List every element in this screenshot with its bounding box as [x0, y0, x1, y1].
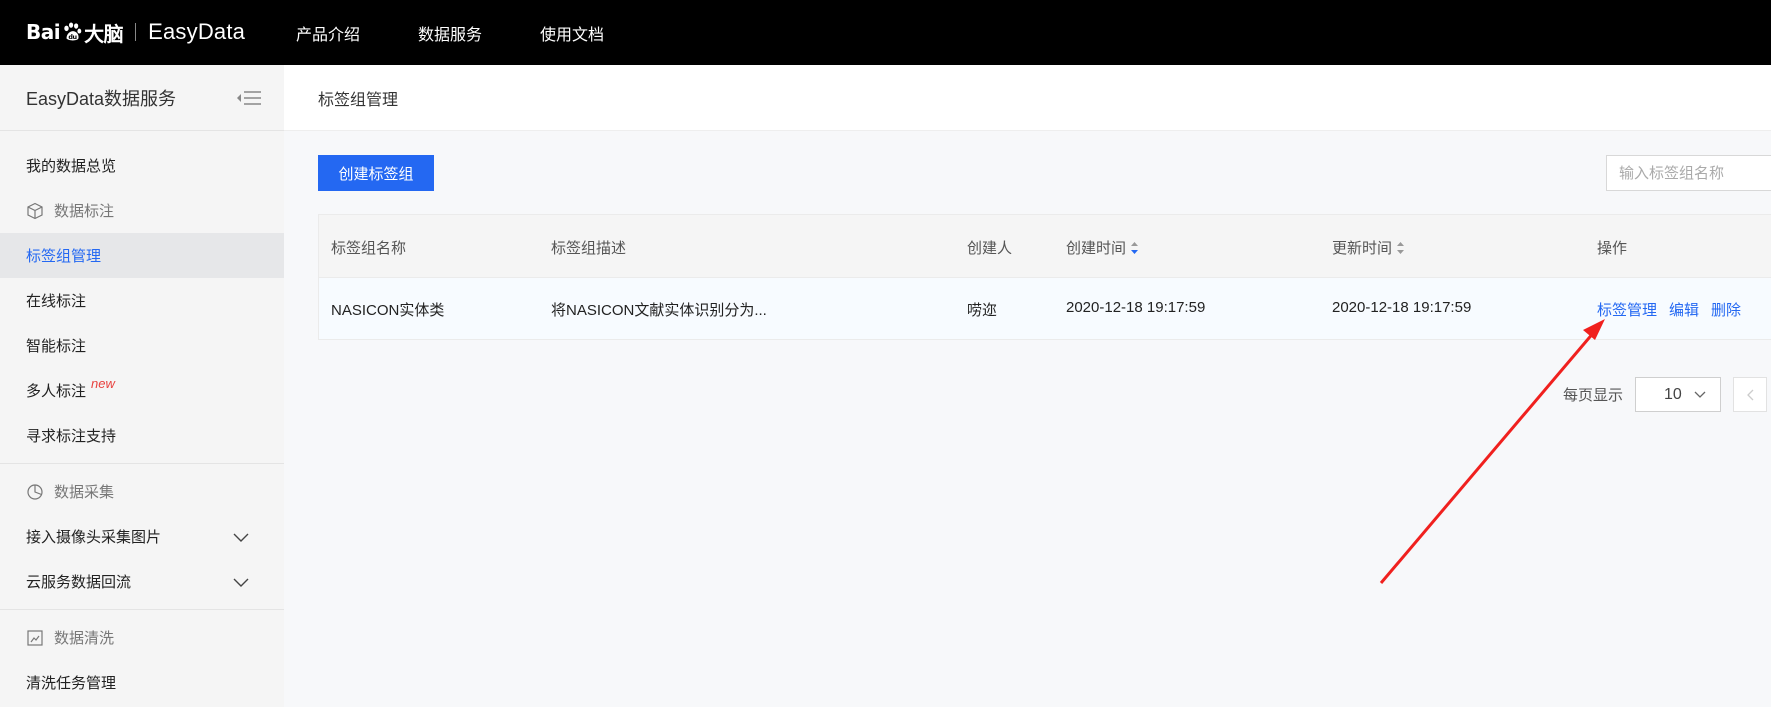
cell-description: 将NASICON文献实体识别分为...	[551, 299, 767, 320]
main-content: 标签组管理 创建标签组 标签组名称 标签组描述 创建人 创建时间	[284, 65, 1771, 707]
sidebar-item-label-groups[interactable]: 标签组管理	[0, 233, 284, 278]
sidebar-divider	[0, 463, 284, 464]
table-row-cells: NASICON实体类 将NASICON文献实体识别分为... 唠迩 2020-1…	[319, 278, 1771, 339]
table-header-row: 标签组名称 标签组描述 创建人 创建时间 更新时间 操作	[319, 215, 1771, 277]
chevron-down-icon[interactable]	[232, 528, 250, 546]
collapse-menu-icon[interactable]	[236, 89, 262, 107]
sidebar-item-label: 清洗任务管理	[26, 675, 117, 692]
nav-data-services[interactable]: 数据服务	[418, 21, 482, 45]
sidebar-group-cleaning: 数据清洗	[0, 615, 284, 660]
header-label: 创建人	[967, 240, 1013, 257]
header-label: 标签组描述	[551, 240, 627, 257]
sidebar-item-online-labeling[interactable]: 在线标注	[0, 278, 284, 323]
label-group-table: 标签组名称 标签组描述 创建人 创建时间 更新时间 操作 NASICON实体类 …	[318, 214, 1771, 340]
baidu-paw-icon: du	[64, 22, 82, 41]
cell-name: NASICON实体类	[331, 299, 444, 320]
cell-text: 2020-12-18 19:17:59	[1066, 299, 1206, 316]
sidebar-item-clean-tasks[interactable]: 清洗任务管理	[0, 660, 284, 705]
chevron-down-icon[interactable]	[232, 573, 250, 591]
cell-text: 将NASICON文献实体识别分为...	[551, 302, 767, 319]
page-size-value: 10	[1664, 385, 1682, 403]
sidebar-item-labeling-support[interactable]: 寻求标注支持	[0, 413, 284, 458]
header-label: 操作	[1597, 240, 1628, 257]
sort-icon[interactable]	[1396, 241, 1405, 255]
page-title: 标签组管理	[318, 91, 399, 109]
sort-icon[interactable]	[1130, 241, 1139, 255]
sidebar-item-label: 我的数据总览	[26, 158, 117, 175]
prev-page-button[interactable]	[1733, 377, 1768, 412]
table-row: NASICON实体类 将NASICON文献实体识别分为... 唠迩 2020-1…	[319, 277, 1771, 339]
page-size-label: 每页显示	[1563, 387, 1624, 404]
pagination: 每页显示 10	[1563, 377, 1768, 412]
sidebar: EasyData数据服务 我的数据总览 数据标注 标签组管理 在线标注 智能标注…	[0, 65, 284, 707]
nav-product-intro[interactable]: 产品介绍	[296, 21, 360, 45]
header-label: 创建时间	[1066, 240, 1127, 257]
sidebar-divider	[0, 609, 284, 610]
new-badge: new	[91, 376, 115, 391]
chevron-down-icon	[1694, 391, 1706, 398]
table-header: 标签组名称 标签组描述 创建人 创建时间 更新时间 操作	[319, 215, 1771, 277]
search-input[interactable]	[1606, 155, 1771, 191]
sidebar-header: EasyData数据服务	[0, 65, 284, 131]
sidebar-item-overview[interactable]: 我的数据总览	[0, 143, 284, 188]
baidu-logo: Bai du 大脑	[26, 18, 124, 47]
sidebar-item-multi-labeling[interactable]: 多人标注 new	[0, 368, 284, 413]
header-updated-time[interactable]: 更新时间	[1332, 237, 1405, 258]
cube-icon	[27, 202, 43, 219]
baidu-easydata-logo[interactable]: Bai du 大脑 EasyData	[26, 12, 245, 52]
sidebar-group-collection: 数据采集	[0, 469, 284, 514]
edit-link[interactable]: 编辑	[1669, 299, 1699, 320]
logo-text-bai: Bai	[26, 20, 61, 44]
sidebar-item-camera-capture[interactable]: 接入摄像头采集图片	[0, 514, 284, 559]
cell-actions: 标签管理 编辑 删除	[1597, 299, 1753, 320]
sidebar-group-label: 数据采集	[54, 484, 115, 501]
cell-creator: 唠迩	[967, 299, 997, 320]
header-actions: 操作	[1597, 237, 1627, 258]
sidebar-title: EasyData数据服务	[26, 88, 177, 109]
image-clean-icon	[27, 629, 43, 646]
header-name: 标签组名称	[331, 237, 406, 258]
sidebar-item-label: 寻求标注支持	[26, 428, 117, 445]
sidebar-group-labeling: 数据标注	[0, 188, 284, 233]
top-navbar: Bai du 大脑 EasyData 产品介绍 数据服务 使用文档	[0, 0, 1771, 65]
header-label: 标签组名称	[331, 240, 407, 257]
cell-text: 2020-12-18 19:17:59	[1332, 299, 1472, 316]
create-label-group-button[interactable]: 创建标签组	[318, 155, 434, 191]
pie-chart-icon	[27, 483, 43, 500]
page-size-select[interactable]: 10	[1635, 377, 1722, 412]
sidebar-item-cloud-reflow[interactable]: 云服务数据回流	[0, 559, 284, 604]
nav-docs[interactable]: 使用文档	[540, 21, 604, 45]
breadcrumb: 标签组管理	[284, 65, 1771, 131]
sidebar-item-label: 标签组管理	[26, 248, 102, 265]
sidebar-group-label: 数据标注	[54, 203, 115, 220]
logo-divider	[135, 23, 137, 41]
cell-text: 唠迩	[967, 302, 998, 319]
sidebar-item-label: 多人标注	[26, 383, 87, 400]
logo-text-danao: 大脑	[84, 21, 124, 46]
chevron-left-icon	[1747, 389, 1754, 400]
delete-link[interactable]: 删除	[1711, 299, 1741, 320]
top-nav: 产品介绍 数据服务 使用文档	[296, 0, 604, 65]
header-description: 标签组描述	[551, 237, 626, 258]
cell-updated-time: 2020-12-18 19:17:59	[1332, 299, 1471, 316]
sidebar-group-label: 数据清洗	[54, 630, 115, 647]
label-manage-link[interactable]: 标签管理	[1597, 299, 1657, 320]
cell-text: NASICON实体类	[331, 302, 445, 319]
svg-text:du: du	[68, 33, 77, 41]
header-label: 更新时间	[1332, 240, 1393, 257]
sidebar-item-smart-labeling[interactable]: 智能标注	[0, 323, 284, 368]
sidebar-item-label: 智能标注	[26, 338, 87, 355]
product-name: EasyData	[148, 19, 246, 44]
cell-created-time: 2020-12-18 19:17:59	[1066, 299, 1205, 316]
header-creator: 创建人	[967, 237, 1012, 258]
sidebar-item-label: 接入摄像头采集图片	[26, 529, 162, 546]
sidebar-item-label: 在线标注	[26, 293, 87, 310]
sidebar-item-label: 云服务数据回流	[26, 574, 132, 591]
header-created-time[interactable]: 创建时间	[1066, 237, 1139, 258]
